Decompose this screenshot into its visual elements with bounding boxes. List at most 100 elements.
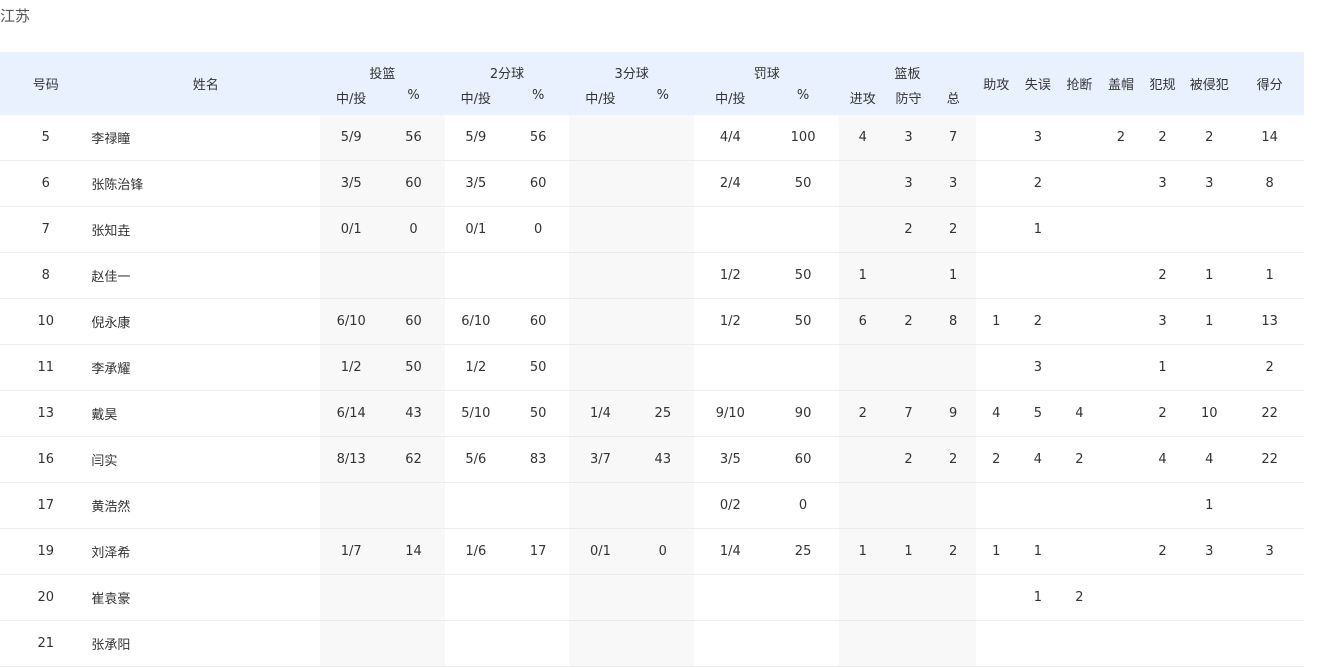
cell-fg — [320, 620, 383, 667]
cell-blk — [1100, 298, 1142, 345]
cell-ast: 1 — [975, 528, 1018, 575]
cell-stl — [1058, 620, 1101, 667]
cell-ft-pct: 50 — [766, 252, 840, 299]
cell-pts: 8 — [1235, 160, 1304, 207]
cell-three — [569, 160, 632, 207]
cell-ast — [975, 574, 1018, 621]
cell-stl — [1058, 160, 1101, 207]
cell-ft: 1/4 — [693, 528, 767, 575]
cell-tov: 2 — [1017, 160, 1059, 207]
cell-fg: 1/2 — [320, 344, 383, 391]
cell-ft: 9/10 — [693, 390, 767, 437]
cell-fg — [320, 482, 383, 529]
cell-three — [569, 252, 632, 299]
cell-pf: 4 — [1141, 436, 1184, 483]
header-fg-pct: % — [382, 85, 445, 115]
cell-off — [839, 344, 887, 391]
table-row: 5 李禄瞳 5/9 56 5/9 56 4/4 100 4 3 7 3 2 2 2 14 — [0, 115, 1304, 161]
cell-num: 8 — [0, 252, 92, 299]
table-row: 19 刘泽希 1/7 14 1/6 17 0/1 0 1/4 25 1 1 2 1 1 2 3 3 — [0, 528, 1304, 575]
cell-name: 张承阳 — [91, 620, 320, 667]
cell-name: 戴昊 — [91, 390, 320, 437]
cell-three-pct — [631, 115, 694, 161]
header-ft-made-att: 中/投 — [693, 85, 767, 115]
cell-fg-pct — [382, 252, 445, 299]
cell-two-pct — [507, 482, 570, 529]
cell-def — [886, 344, 931, 391]
cell-two — [444, 620, 507, 667]
cell-tov — [1017, 252, 1059, 299]
cell-num: 20 — [0, 574, 92, 621]
cell-name: 李承耀 — [91, 344, 320, 391]
header-blk: 盖帽 — [1100, 52, 1142, 115]
cell-ft: 1/2 — [693, 298, 767, 345]
cell-tov — [1017, 482, 1059, 529]
cell-def: 7 — [886, 390, 931, 437]
cell-ft: 3/5 — [693, 436, 767, 483]
cell-three-pct — [631, 574, 694, 621]
cell-stl: 4 — [1058, 390, 1101, 437]
cell-num: 13 — [0, 390, 92, 437]
cell-three-pct: 0 — [631, 528, 694, 575]
header-pts: 得分 — [1235, 52, 1304, 115]
cell-ast: 1 — [975, 298, 1018, 345]
cell-fg: 8/13 — [320, 436, 383, 483]
cell-off: 2 — [839, 390, 887, 437]
cell-pf — [1141, 482, 1184, 529]
cell-two — [444, 482, 507, 529]
cell-three-pct — [631, 482, 694, 529]
header-fg: 投篮 — [320, 52, 445, 85]
cell-off — [839, 482, 887, 529]
cell-fg: 6/14 — [320, 390, 383, 437]
table-row: 17 黄浩然 0/2 0 1 — [0, 482, 1304, 529]
cell-three-pct — [631, 252, 694, 299]
cell-def: 2 — [886, 436, 931, 483]
cell-three-pct — [631, 620, 694, 667]
cell-tov: 5 — [1017, 390, 1059, 437]
cell-fg-pct: 0 — [382, 206, 445, 253]
table-row: 8 赵佳一 1/2 50 1 1 2 1 1 — [0, 252, 1304, 299]
cell-tot: 1 — [930, 252, 976, 299]
cell-fd: 10 — [1183, 390, 1236, 437]
cell-fd — [1183, 206, 1236, 253]
cell-tot: 7 — [930, 115, 976, 161]
cell-three-pct: 25 — [631, 390, 694, 437]
cell-two-pct — [507, 252, 570, 299]
cell-two: 6/10 — [444, 298, 507, 345]
cell-pf: 2 — [1141, 390, 1184, 437]
cell-tot — [930, 344, 976, 391]
cell-two-pct: 60 — [507, 298, 570, 345]
cell-name: 闫实 — [91, 436, 320, 483]
cell-name: 黄浩然 — [91, 482, 320, 529]
cell-off: 1 — [839, 252, 887, 299]
header-three: 3分球 — [569, 52, 694, 85]
cell-ast — [975, 482, 1018, 529]
cell-ft-pct: 0 — [766, 482, 840, 529]
cell-ft-pct — [766, 206, 840, 253]
cell-three: 0/1 — [569, 528, 632, 575]
cell-tot — [930, 482, 976, 529]
cell-off: 1 — [839, 528, 887, 575]
cell-blk — [1100, 252, 1142, 299]
player-stats-table: 号码 姓名 投篮 2分球 3分球 罚球 篮板 助攻 失误 抢断 盖帽 犯规 被侵… — [0, 52, 1304, 667]
cell-two-pct: 60 — [507, 160, 570, 207]
cell-blk — [1100, 206, 1142, 253]
table-row: 6 张陈治锋 3/5 60 3/5 60 2/4 50 3 3 2 3 3 8 — [0, 160, 1304, 207]
cell-fg — [320, 574, 383, 621]
cell-fg: 6/10 — [320, 298, 383, 345]
header-ast: 助攻 — [975, 52, 1018, 115]
cell-stl — [1058, 482, 1101, 529]
cell-fd: 1 — [1183, 482, 1236, 529]
cell-num: 16 — [0, 436, 92, 483]
cell-def: 2 — [886, 206, 931, 253]
cell-def: 3 — [886, 160, 931, 207]
cell-stl — [1058, 206, 1101, 253]
cell-def — [886, 482, 931, 529]
cell-off — [839, 436, 887, 483]
cell-ast — [975, 206, 1018, 253]
cell-pts — [1235, 206, 1304, 253]
cell-blk — [1100, 528, 1142, 575]
cell-fg: 3/5 — [320, 160, 383, 207]
cell-tov: 4 — [1017, 436, 1059, 483]
cell-tov: 3 — [1017, 344, 1059, 391]
